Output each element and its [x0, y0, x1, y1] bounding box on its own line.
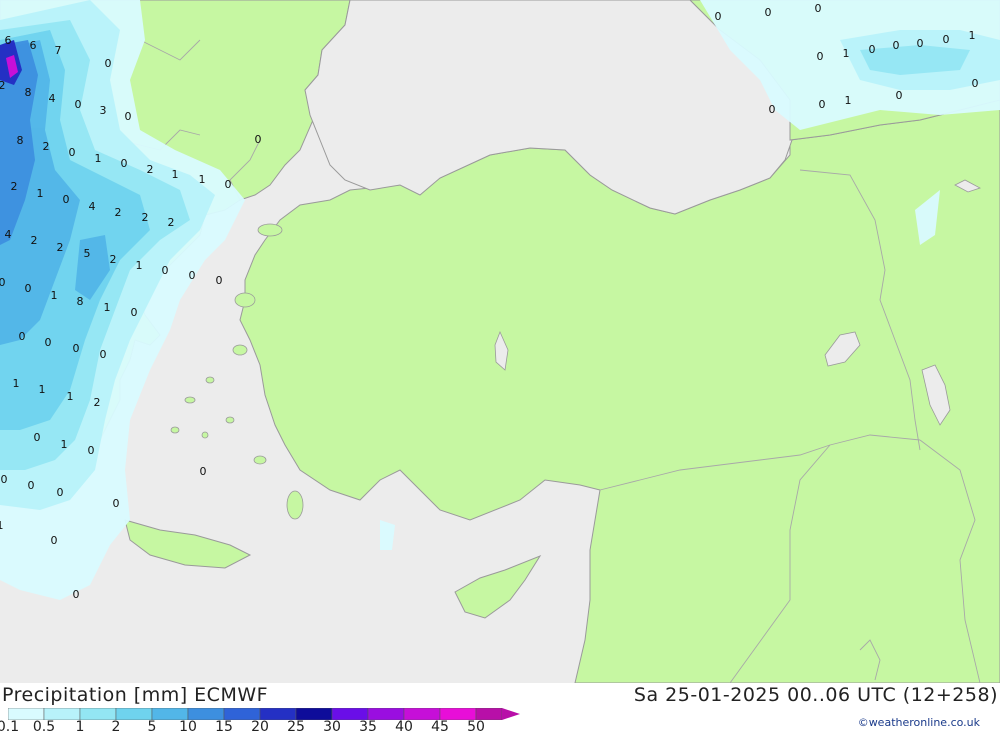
precip-value: 2 — [31, 234, 38, 247]
precip-value: 1 — [39, 383, 46, 396]
precip-value: 1 — [969, 29, 976, 42]
precip-value: 1 — [51, 289, 58, 302]
forecast-datetime: Sa 25-01-2025 00..06 UTC (12+258) — [633, 684, 998, 706]
precip-value: 1 — [95, 152, 102, 165]
precip-value: 0 — [125, 110, 132, 123]
precip-value: 1 — [172, 168, 179, 181]
precip-value: 2 — [94, 396, 101, 409]
precip-value: 1 — [845, 94, 852, 107]
precip-value: 0 — [216, 274, 223, 287]
precip-value: 0 — [69, 146, 76, 159]
map-footer: Precipitation [mm] ECMWF Sa 25-01-2025 0… — [0, 683, 1000, 735]
precip-value: 0 — [896, 89, 903, 102]
precipitation-map: 6 6 7 0 2 8 4 0 3 0 8 2 0 1 0 2 1 1 0 2 1 0 4 2 2 2 4 2 2 5 2 1 0 0 0 0 0 1 8 1… — [0, 0, 1000, 683]
precip-value: 0 — [815, 2, 822, 15]
precip-value: 6 — [30, 39, 37, 52]
precip-value: 0 — [869, 43, 876, 56]
precip-value: 0 — [943, 33, 950, 46]
precip-value: 0 — [105, 57, 112, 70]
precip-value: 2 — [142, 211, 149, 224]
precip-value: 1 — [61, 438, 68, 451]
precip-value: 1 — [136, 259, 143, 272]
precip-value: 0 — [25, 282, 32, 295]
precip-value: 0 — [19, 330, 26, 343]
precip-value: 2 — [168, 216, 175, 229]
precip-value: 0 — [63, 193, 70, 206]
precip-value: 0 — [715, 10, 722, 23]
precip-value: 2 — [147, 163, 154, 176]
precip-value: 8 — [17, 134, 24, 147]
precip-value: 0 — [121, 157, 128, 170]
precip-value: 0 — [1, 473, 8, 486]
precip-value: 1 — [0, 519, 4, 532]
precip-value: 8 — [77, 295, 84, 308]
precip-value: 0 — [113, 497, 120, 510]
map-title: Precipitation [mm] ECMWF — [2, 684, 269, 706]
precip-value: 4 — [89, 200, 96, 213]
precip-value: 1 — [67, 390, 74, 403]
precip-value: 8 — [25, 86, 32, 99]
precip-value: 0 — [225, 178, 232, 191]
precip-value: 0 — [73, 342, 80, 355]
precip-value: 0 — [255, 133, 262, 146]
precip-value: 0 — [28, 479, 35, 492]
precip-value: 0 — [100, 348, 107, 361]
precip-value: 0 — [972, 77, 979, 90]
precip-value: 6 — [5, 34, 12, 47]
precip-value: 0 — [893, 39, 900, 52]
precip-value: 0 — [765, 6, 772, 19]
precip-value: 2 — [11, 180, 18, 193]
precip-value: 0 — [0, 276, 6, 289]
precip-value: 0 — [162, 264, 169, 277]
precip-value: 0 — [769, 103, 776, 116]
precip-value: 7 — [55, 44, 62, 57]
precip-value: 0 — [131, 306, 138, 319]
precip-value: 2 — [110, 253, 117, 266]
precip-value: 0 — [88, 444, 95, 457]
precip-value: 1 — [13, 377, 20, 390]
precip-value: 2 — [43, 140, 50, 153]
precip-value: 0 — [34, 431, 41, 444]
precip-value: 1 — [199, 173, 206, 186]
precip-value: 0 — [73, 588, 80, 601]
precip-value: 0 — [819, 98, 826, 111]
precip-value: 0 — [189, 269, 196, 282]
precip-value: 4 — [49, 92, 56, 105]
precip-value: 1 — [843, 47, 850, 60]
precip-value: 2 — [115, 206, 122, 219]
precip-value: 0 — [917, 37, 924, 50]
credit-link[interactable]: ©weatheronline.co.uk — [858, 716, 980, 729]
precip-value: 0 — [45, 336, 52, 349]
precip-value: 3 — [100, 104, 107, 117]
precip-value: 0 — [75, 98, 82, 111]
precip-value: 2 — [0, 79, 6, 92]
precip-value: 5 — [84, 247, 91, 260]
precip-value: 0 — [57, 486, 64, 499]
precip-value: 0 — [200, 465, 207, 478]
precip-value: 4 — [5, 228, 12, 241]
precip-value: 1 — [37, 187, 44, 200]
precip-value: 2 — [57, 241, 64, 254]
precip-value: 0 — [817, 50, 824, 63]
precip-value: 1 — [104, 301, 111, 314]
precip-value: 0 — [51, 534, 58, 547]
